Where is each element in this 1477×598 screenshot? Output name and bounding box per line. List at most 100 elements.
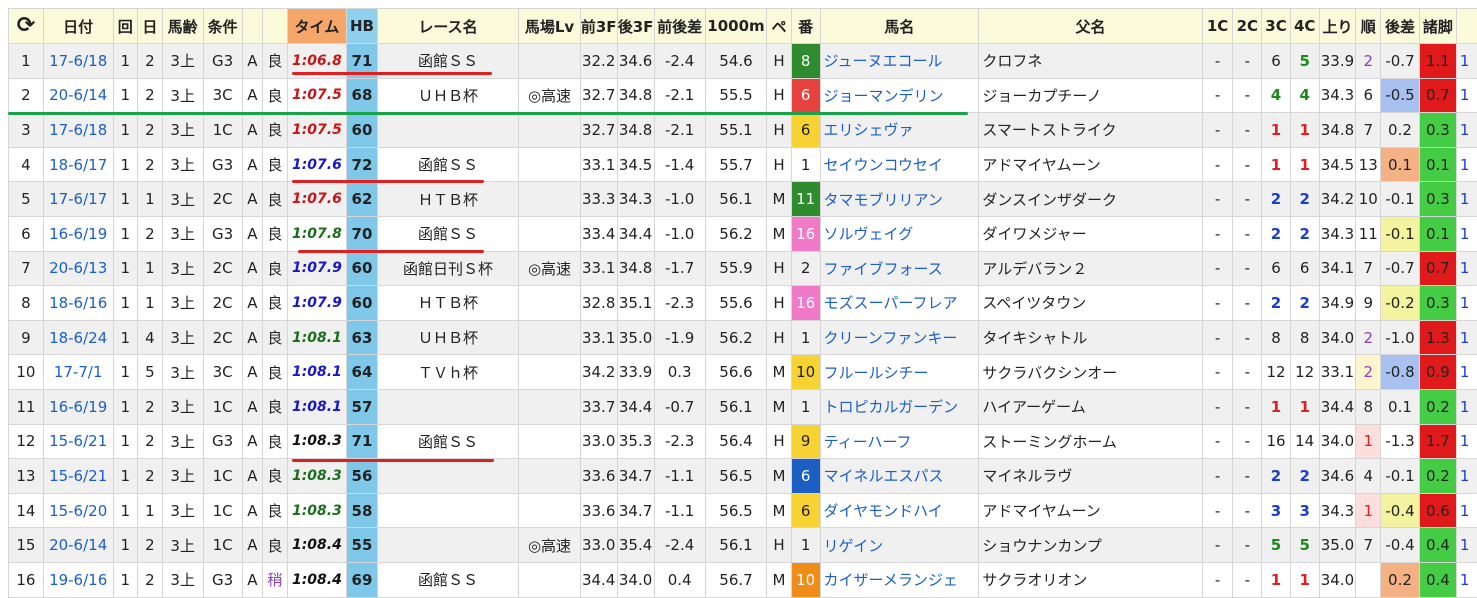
horse-name[interactable]: セイウンコウセイ xyxy=(820,147,979,182)
finish-order: 4 xyxy=(1356,459,1381,494)
margin-behind: -0.1 xyxy=(1381,182,1420,217)
horse-name[interactable]: トロピカルガーデン xyxy=(820,389,979,424)
col-time[interactable]: タイム xyxy=(287,9,346,44)
race-date[interactable]: 20-6/14 xyxy=(43,78,113,113)
col-1000m[interactable]: 1000m xyxy=(705,9,766,44)
col-cond[interactable]: 条件 xyxy=(203,9,242,44)
col-zan[interactable]: 諸脚 xyxy=(1419,9,1456,44)
table-row[interactable]: 616-6/19123上G3A良1:07.870函館ＳＳ33.434.4-1.0… xyxy=(9,216,1477,251)
col-nichi[interactable]: 日 xyxy=(138,9,163,44)
table-row[interactable]: 1116-6/19123上1CA良1:08.15733.734.4-0.756.… xyxy=(9,389,1477,424)
post-number: 9 xyxy=(791,424,820,459)
horse-name[interactable]: エリシェヴァ xyxy=(820,113,979,148)
reload-icon[interactable]: ⟳ xyxy=(17,13,35,38)
horse-name[interactable]: クリーンファンキー xyxy=(820,320,979,355)
race-date[interactable]: 16-6/19 xyxy=(43,389,113,424)
time-1000m: 55.1 xyxy=(705,113,766,148)
horse-name[interactable]: ジョーマンデリン xyxy=(820,78,979,113)
race-date[interactable]: 18-6/16 xyxy=(43,286,113,321)
table-row[interactable]: 918-6/24143上2CA良1:08.163ＵＨＢ杯33.135.0-1.9… xyxy=(9,320,1477,355)
table-row[interactable]: 720-6/13113上2CA良1:07.960函館日刊Ｓ杯◎高速33.134.… xyxy=(9,251,1477,286)
col-ban[interactable]: 番 xyxy=(791,9,820,44)
col-race[interactable]: レース名 xyxy=(377,9,518,44)
race-date[interactable]: 17-6/17 xyxy=(43,182,113,217)
race-date[interactable]: 18-6/24 xyxy=(43,320,113,355)
col-3c[interactable]: 3C xyxy=(1262,9,1291,44)
col-diff[interactable]: 前後差 xyxy=(654,9,705,44)
horse-name[interactable]: ダイヤモンドハイ xyxy=(820,493,979,528)
table-row[interactable]: 818-6/16113上2CA良1:07.960ＨＴＢ杯32.835.1-2.3… xyxy=(9,286,1477,321)
col-horse[interactable]: 馬名 xyxy=(820,9,979,44)
last-3f: 34.4 xyxy=(617,216,654,251)
race-name xyxy=(377,389,518,424)
horse-name[interactable]: ファイブフォース xyxy=(820,251,979,286)
race-name: 函館日刊Ｓ杯 xyxy=(377,251,518,286)
finish-order: 6 xyxy=(1356,78,1381,113)
race-date[interactable]: 17-6/18 xyxy=(43,113,113,148)
col-sa[interactable]: 後差 xyxy=(1381,9,1420,44)
hb-value: 63 xyxy=(347,320,378,355)
horse-name[interactable]: フルールシチー xyxy=(820,355,979,390)
race-date[interactable]: 15-6/20 xyxy=(43,493,113,528)
race-date[interactable]: 17-6/18 xyxy=(43,44,113,79)
table-row[interactable]: 418-6/17123上G3A良1:07.672函館ＳＳ33.134.5-1.4… xyxy=(9,147,1477,182)
reload-button[interactable]: ⟳ xyxy=(9,9,44,44)
front-back-diff: -0.7 xyxy=(654,389,705,424)
horse-name[interactable]: リゲイン xyxy=(820,528,979,563)
corner3: 5 xyxy=(1262,528,1291,563)
col-lv[interactable]: 馬場Lv xyxy=(519,9,580,44)
extra-col: 1 xyxy=(1456,424,1477,459)
table-row[interactable]: 317-6/18123上1CA良1:07.56032.734.8-2.155.1… xyxy=(9,113,1477,148)
horse-name[interactable]: ジューヌエコール xyxy=(820,44,979,79)
table-row[interactable]: 117-6/18123上G3A良1:06.871函館ＳＳ32.234.6-2.4… xyxy=(9,44,1477,79)
col-agari[interactable]: 上り xyxy=(1319,9,1356,44)
col-4c[interactable]: 4C xyxy=(1290,9,1319,44)
horse-name[interactable]: ティーハーフ xyxy=(820,424,979,459)
race-date[interactable]: 20-6/13 xyxy=(43,251,113,286)
col-hb[interactable]: HB xyxy=(347,9,378,44)
table-row[interactable]: 517-6/17113上2CA良1:07.662ＨＴＢ杯33.334.3-1.0… xyxy=(9,182,1477,217)
finish-order: 13 xyxy=(1356,147,1381,182)
horse-name[interactable]: タマモブリリアン xyxy=(820,182,979,217)
first-3f: 34.2 xyxy=(580,355,617,390)
extra-col: 1 xyxy=(1456,113,1477,148)
col-sire[interactable]: 父名 xyxy=(979,9,1202,44)
kai: 1 xyxy=(113,251,138,286)
sire-name: ジョーカプチーノ xyxy=(979,78,1202,113)
race-date[interactable]: 17-7/1 xyxy=(43,355,113,390)
col-f3[interactable]: 前3F xyxy=(580,9,617,44)
horse-name[interactable]: カイザーメランジェ xyxy=(820,562,979,597)
race-date[interactable]: 15-6/21 xyxy=(43,424,113,459)
table-row[interactable]: 220-6/14123上3CA良1:07.568ＵＨＢ杯◎高速32.734.8-… xyxy=(9,78,1477,113)
corner1: - xyxy=(1202,562,1233,597)
col-2c[interactable]: 2C xyxy=(1233,9,1262,44)
col-jun[interactable]: 順 xyxy=(1356,9,1381,44)
table-row[interactable]: 1315-6/21123上1CA良1:08.35633.634.7-1.156.… xyxy=(9,459,1477,494)
horse-name[interactable]: モズスーパーフレア xyxy=(820,286,979,321)
extra-col: 1 xyxy=(1456,562,1477,597)
condition: G3 xyxy=(203,216,242,251)
race-date[interactable]: 18-6/17 xyxy=(43,147,113,182)
table-row[interactable]: 1215-6/21123上G3A良1:08.371函館ＳＳ33.035.3-2.… xyxy=(9,424,1477,459)
col-l3[interactable]: 後3F xyxy=(617,9,654,44)
race-date[interactable]: 20-6/14 xyxy=(43,528,113,563)
col-pace[interactable]: ペ xyxy=(767,9,792,44)
row-number: 16 xyxy=(9,562,44,597)
col-age[interactable]: 馬齢 xyxy=(162,9,203,44)
table-row[interactable]: 1017-7/1153上3CA良1:08.164ＴＶｈ杯34.233.90.35… xyxy=(9,355,1477,390)
table-row[interactable]: 1619-6/16123上G3A稍1:08.469函館ＳＳ34.434.00.4… xyxy=(9,562,1477,597)
race-date[interactable]: 15-6/21 xyxy=(43,459,113,494)
race-date[interactable]: 19-6/16 xyxy=(43,562,113,597)
horse-name[interactable]: マイネルエスパス xyxy=(820,459,979,494)
horse-name[interactable]: ソルヴェイグ xyxy=(820,216,979,251)
table-row[interactable]: 1415-6/20113上1CA良1:08.35833.634.7-1.156.… xyxy=(9,493,1477,528)
col-date[interactable]: 日付 xyxy=(43,9,113,44)
zan-value: 0.7 xyxy=(1419,78,1456,113)
race-time: 1:08.3 xyxy=(287,424,346,459)
table-row[interactable]: 1520-6/14123上1CA良1:08.455◎高速33.035.4-2.4… xyxy=(9,528,1477,563)
last-3f: 34.7 xyxy=(617,493,654,528)
hb-value: 64 xyxy=(347,355,378,390)
race-date[interactable]: 16-6/19 xyxy=(43,216,113,251)
col-1c[interactable]: 1C xyxy=(1202,9,1233,44)
col-kai[interactable]: 回 xyxy=(113,9,138,44)
